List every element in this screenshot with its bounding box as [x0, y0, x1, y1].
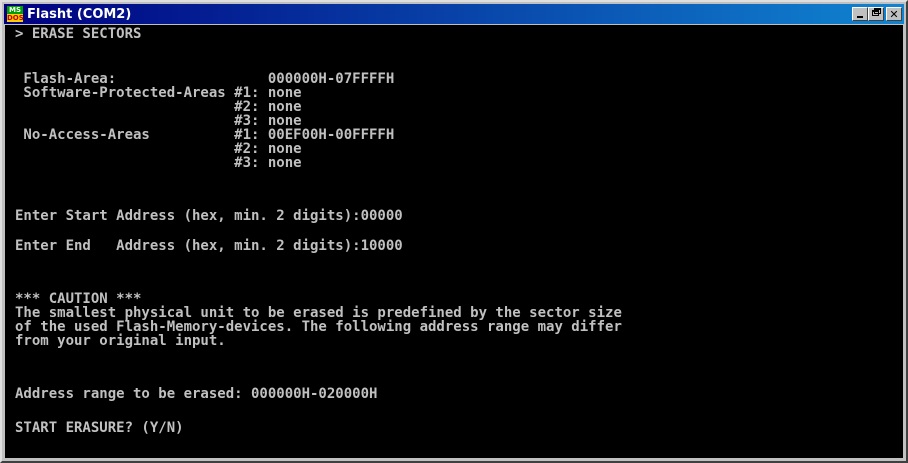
minimize-button[interactable]	[852, 7, 868, 21]
title-bar[interactable]: MS DOS Flasht (COM2) ✕	[4, 4, 904, 24]
msdos-icon[interactable]: MS DOS	[7, 6, 24, 22]
terminal-line: #3: none	[15, 155, 302, 171]
minimize-icon	[857, 16, 863, 18]
terminal-line: START ERASURE? (Y/N)	[15, 420, 184, 436]
terminal-line: *** CAUTION ***	[15, 291, 142, 307]
console-window: MS DOS Flasht (COM2) ✕ > ERASE SECTORS F…	[0, 0, 908, 463]
terminal-line: Software-Protected-Areas #1: none	[15, 85, 302, 101]
window-controls: ✕	[852, 7, 902, 21]
terminal-line: The smallest physical unit to be erased …	[15, 305, 622, 321]
terminal-line: Flash-Area: 000000H-07FFFFH	[15, 71, 395, 87]
terminal-line: > ERASE SECTORS	[15, 26, 142, 42]
terminal-line: #2: none	[15, 99, 302, 115]
terminal-line: No-Access-Areas #1: 00EF00H-00FFFFH	[15, 127, 395, 143]
close-button[interactable]: ✕	[886, 7, 902, 21]
terminal-line: of the used Flash-Memory-devices. The fo…	[15, 319, 622, 335]
close-icon: ✕	[889, 7, 899, 21]
terminal-line: Address range to be erased: 000000H-0200…	[15, 386, 378, 402]
terminal-area[interactable]: > ERASE SECTORS Flash-Area: 000000H-07FF…	[5, 25, 903, 458]
terminal-line: #3: none	[15, 113, 302, 129]
terminal-line: Enter End Address (hex, min. 2 digits):1…	[15, 238, 403, 254]
window-title: Flasht (COM2)	[27, 6, 132, 22]
terminal-line: from your original input.	[15, 333, 226, 349]
terminal-line: #2: none	[15, 141, 302, 157]
restore-button[interactable]	[868, 7, 884, 21]
restore-icon	[872, 10, 879, 16]
terminal-line: Enter Start Address (hex, min. 2 digits)…	[15, 208, 403, 224]
